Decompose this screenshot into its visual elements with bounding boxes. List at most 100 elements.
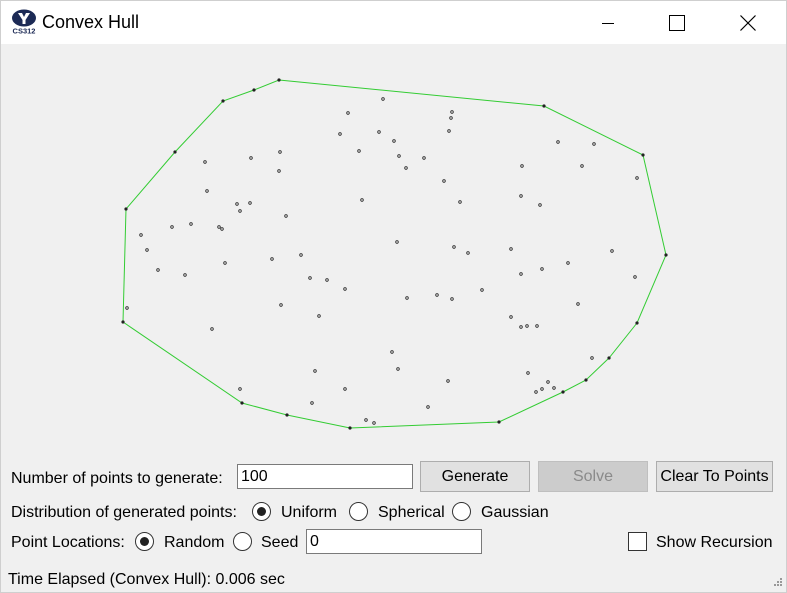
interior-point bbox=[458, 200, 462, 204]
interior-point bbox=[279, 303, 283, 307]
distribution-label: Distribution of generated points: bbox=[11, 504, 237, 521]
uniform-radio[interactable] bbox=[252, 502, 271, 521]
interior-point bbox=[377, 130, 381, 134]
controls-panel: Number of points to generate: 100 Genera… bbox=[1, 456, 786, 592]
solve-button[interactable]: Solve bbox=[538, 461, 648, 492]
spherical-radio[interactable] bbox=[349, 502, 368, 521]
interior-point bbox=[325, 278, 329, 282]
hull-vertex-point bbox=[561, 390, 565, 394]
hull-vertex-point bbox=[584, 378, 588, 382]
interior-point bbox=[442, 179, 446, 183]
title-bar: CS312 Convex Hull bbox=[1, 1, 786, 44]
resize-grip-icon[interactable] bbox=[771, 577, 783, 589]
show-recursion-label: Show Recursion bbox=[656, 534, 773, 551]
hull-vertex-point bbox=[607, 356, 611, 360]
seed-input[interactable]: 0 bbox=[306, 529, 482, 554]
interior-point bbox=[343, 287, 347, 291]
interior-point bbox=[396, 367, 400, 371]
gaussian-radio[interactable] bbox=[452, 502, 471, 521]
interior-point bbox=[248, 201, 252, 205]
interior-point bbox=[170, 225, 174, 229]
interior-point bbox=[238, 209, 242, 213]
num-points-input[interactable]: 100 bbox=[237, 464, 413, 489]
interior-point bbox=[249, 156, 253, 160]
close-button[interactable] bbox=[725, 1, 771, 44]
hull-vertex-point bbox=[240, 401, 244, 405]
interior-point bbox=[210, 327, 214, 331]
interior-point bbox=[235, 202, 239, 206]
interior-point bbox=[526, 371, 530, 375]
interior-point bbox=[446, 379, 450, 383]
num-points-label: Number of points to generate: bbox=[11, 470, 223, 487]
gaussian-option-label: Gaussian bbox=[481, 504, 549, 521]
interior-point bbox=[397, 154, 401, 158]
minimize-button[interactable] bbox=[585, 1, 631, 44]
interior-point bbox=[552, 386, 556, 390]
interior-point bbox=[635, 176, 639, 180]
byu-logo-icon: CS312 bbox=[12, 9, 36, 35]
points-canvas[interactable] bbox=[1, 44, 786, 454]
interior-point bbox=[520, 164, 524, 168]
hull-vertex-point bbox=[124, 207, 128, 211]
interior-point bbox=[592, 142, 596, 146]
interior-point bbox=[299, 253, 303, 257]
interior-point bbox=[466, 251, 470, 255]
seed-radio[interactable] bbox=[233, 532, 252, 551]
hull-vertex-point bbox=[664, 253, 668, 257]
interior-point bbox=[238, 387, 242, 391]
interior-point bbox=[538, 203, 542, 207]
seed-option-label: Seed bbox=[261, 534, 299, 551]
status-text: Time Elapsed (Convex Hull): 0.006 sec bbox=[8, 571, 285, 588]
interior-point bbox=[590, 356, 594, 360]
interior-point bbox=[450, 297, 454, 301]
interior-point bbox=[317, 314, 321, 318]
uniform-option-label: Uniform bbox=[281, 504, 338, 521]
interior-point bbox=[580, 164, 584, 168]
interior-point bbox=[405, 296, 409, 300]
interior-point bbox=[270, 257, 274, 261]
interior-point bbox=[145, 248, 149, 252]
interior-point bbox=[480, 288, 484, 292]
convex-hull-polygon bbox=[122, 79, 667, 429]
interior-point bbox=[556, 140, 560, 144]
show-recursion-checkbox[interactable] bbox=[628, 532, 647, 551]
interior-point bbox=[519, 325, 523, 329]
interior-point bbox=[404, 166, 408, 170]
interior-point bbox=[125, 306, 129, 310]
interior-point bbox=[633, 275, 637, 279]
generate-button[interactable]: Generate bbox=[420, 461, 530, 492]
convex-hull-window: CS312 Convex Hull Number of points to ge… bbox=[0, 0, 787, 593]
interior-point bbox=[220, 227, 224, 231]
interior-point bbox=[534, 390, 538, 394]
interior-point bbox=[390, 350, 394, 354]
interior-point bbox=[223, 261, 227, 265]
hull-vertex-point bbox=[542, 104, 546, 108]
interior-point bbox=[566, 261, 570, 265]
interior-point bbox=[525, 324, 529, 328]
hull-vertex-point bbox=[221, 99, 225, 103]
interior-point bbox=[540, 387, 544, 391]
interior-point bbox=[535, 324, 539, 328]
close-icon bbox=[740, 14, 756, 31]
interior-point bbox=[576, 302, 580, 306]
maximize-button[interactable] bbox=[654, 1, 700, 44]
interior-point bbox=[139, 233, 143, 237]
interior-point bbox=[313, 369, 317, 373]
window-title: Convex Hull bbox=[42, 12, 140, 32]
interior-point bbox=[203, 160, 207, 164]
interior-point bbox=[435, 293, 439, 297]
hull-vertex-point bbox=[121, 320, 125, 324]
interior-point bbox=[357, 149, 361, 153]
clear-to-points-button[interactable]: Clear To Points bbox=[656, 461, 773, 492]
minimize-icon bbox=[602, 22, 614, 24]
point-locations-label: Point Locations: bbox=[11, 534, 125, 551]
interior-point bbox=[189, 222, 193, 226]
spherical-option-label: Spherical bbox=[378, 504, 445, 521]
hull-vertex-point bbox=[285, 413, 289, 417]
interior-point bbox=[156, 268, 160, 272]
interior-point bbox=[346, 111, 350, 115]
hull-vertex-point bbox=[173, 150, 177, 154]
interior-point bbox=[372, 421, 376, 425]
random-radio[interactable] bbox=[135, 532, 154, 551]
interior-point bbox=[392, 139, 396, 143]
